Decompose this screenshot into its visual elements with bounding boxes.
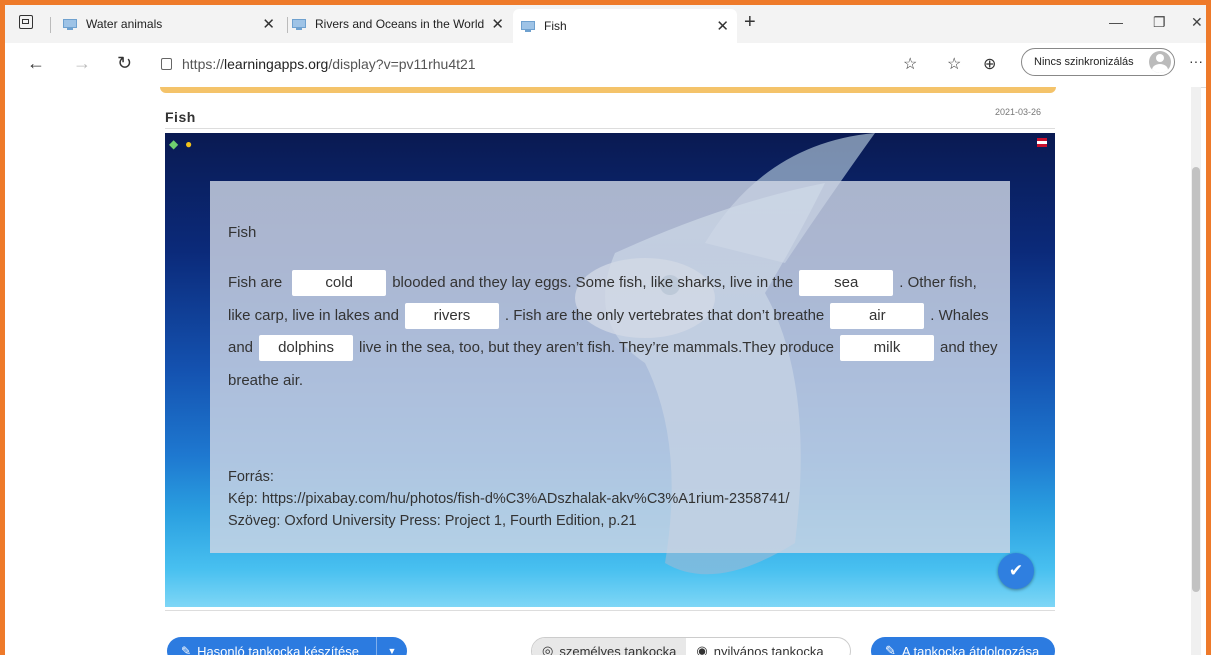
scrollbar-thumb[interactable] <box>1192 167 1200 592</box>
avatar <box>1149 51 1171 73</box>
close-tab-icon[interactable]: ✕ <box>491 15 504 33</box>
collections-icon[interactable]: ⊕ <box>983 54 996 74</box>
source-text: Szöveg: Oxford University Press: Project… <box>228 513 637 529</box>
tab-separator <box>287 17 288 33</box>
rework-label: A tankocka átdolgozása <box>901 643 1040 655</box>
pencil-icon: ✎ <box>885 643 896 655</box>
personal-option[interactable]: ◎ személyes tankocka <box>532 638 687 655</box>
text-segment: live in the sea, too, but they aren’t fi… <box>359 339 834 356</box>
app-stage: ◆ ● Fish Fish are cold blooded and they la… <box>165 133 1055 607</box>
source-heading: Forrás: <box>228 469 274 485</box>
text-segment: blooded and they lay eggs. Some fish, li… <box>392 274 794 291</box>
header-strip <box>160 87 1056 93</box>
tab-water-animals[interactable]: Water animals ✕ <box>63 10 283 38</box>
add-favorite-icon[interactable]: ☆ <box>903 54 917 74</box>
navigation-bar: ← → ↻ https://learningapps.org/display?v… <box>5 43 1206 88</box>
hint-bulb-icon[interactable]: ● <box>185 137 192 151</box>
answer-slot[interactable]: dolphins <box>259 335 354 362</box>
text-segment: Fish are <box>228 274 283 291</box>
back-arrow-icon[interactable]: ← <box>27 53 45 74</box>
page-scrollbar[interactable] <box>1191 87 1201 655</box>
page-info-icon[interactable] <box>161 58 172 70</box>
personal-label: személyes tankocka <box>559 643 677 655</box>
close-tab-icon[interactable]: ✕ <box>716 17 729 35</box>
more-menu-button[interactable]: ··· <box>1189 53 1203 69</box>
text-segment: . Fish are the only vertebrates that don… <box>504 306 825 324</box>
tab-strip: Water animals ✕ Rivers and Oceans in the… <box>5 5 1206 43</box>
app-title: Fish <box>165 109 196 125</box>
visibility-toggle: ◎ személyes tankocka ◉ nyilvános tankocka <box>531 637 851 655</box>
page-favicon-icon <box>292 18 306 30</box>
divider <box>165 610 1055 611</box>
create-similar-label: Hasonló tankocka készítése <box>197 643 359 655</box>
chevron-down-icon[interactable]: ▼ <box>376 637 407 655</box>
favorites-icon[interactable]: ☆ <box>947 54 961 74</box>
answer-slot[interactable]: cold <box>292 270 387 297</box>
cloze-text: Fish are cold blooded and they lay eggs. S… <box>228 267 1003 397</box>
browser-window: Water animals ✕ Rivers and Oceans in the… <box>0 0 1211 655</box>
app-date: 2021-03-26 <box>995 107 1042 117</box>
url-prefix: https:// <box>182 56 225 72</box>
tab-label: Fish <box>544 19 567 33</box>
divider <box>165 128 1055 129</box>
tab-rivers-oceans[interactable]: Rivers and Oceans in the World ✕ <box>292 10 512 38</box>
help-icon[interactable]: ◆ <box>169 137 178 151</box>
restore-button[interactable]: ❐ <box>1153 14 1166 31</box>
tab-separator <box>50 17 51 33</box>
eye-icon: ◉ <box>696 643 708 655</box>
public-option[interactable]: ◉ nyilvános tankocka <box>686 638 833 655</box>
url-path: /display?v=pv11rhu4t21 <box>328 56 476 72</box>
tab-actions-icon[interactable] <box>19 15 33 29</box>
language-flag-icon[interactable] <box>1037 138 1047 147</box>
exercise-panel: Fish Fish are cold blooded and they lay eg… <box>210 181 1010 553</box>
page-favicon-icon <box>521 20 535 32</box>
rework-app-button[interactable]: ✎ A tankocka átdolgozása <box>871 637 1055 655</box>
new-tab-button[interactable]: + <box>744 11 756 34</box>
check-answers-button[interactable]: ✔ <box>998 553 1034 589</box>
answer-slot[interactable]: air <box>830 302 925 329</box>
minimize-button[interactable]: — <box>1109 14 1123 30</box>
eye-slash-icon: ◎ <box>542 643 554 655</box>
refresh-icon[interactable]: ↻ <box>117 53 132 74</box>
public-label: nyilvános tankocka <box>713 643 824 655</box>
sync-label: Nincs szinkronizálás <box>1034 56 1134 68</box>
panel-title: Fish <box>228 224 257 241</box>
forward-arrow-icon[interactable]: → <box>73 53 91 74</box>
source-block: Forrás: Kép: https://pixabay.com/hu/phot… <box>228 466 790 532</box>
url-domain: learningapps.org <box>224 56 329 72</box>
close-window-button[interactable]: ✕ <box>1191 14 1203 31</box>
answer-slot[interactable]: rivers <box>404 302 499 329</box>
address-bar[interactable]: https://learningapps.org/display?v=pv11r… <box>151 50 1011 78</box>
tab-label: Rivers and Oceans in the World <box>315 17 485 31</box>
create-similar-button[interactable]: ✎ Hasonló tankocka készítése ▼ <box>167 637 407 655</box>
sync-profile-button[interactable]: Nincs szinkronizálás <box>1021 48 1175 76</box>
tab-label: Water animals <box>86 17 163 31</box>
tab-fish[interactable]: Fish ✕ <box>513 9 737 43</box>
answer-slot[interactable]: milk <box>840 335 934 362</box>
edit-icon: ✎ <box>181 644 192 655</box>
answer-slot[interactable]: sea <box>799 270 894 297</box>
source-image: Kép: https://pixabay.com/hu/photos/fish-… <box>228 491 790 507</box>
close-tab-icon[interactable]: ✕ <box>262 15 275 33</box>
page-favicon-icon <box>63 18 77 30</box>
page-content: Fish 2021-03-26 ◆ ● Fish Fish are cold b… <box>5 87 1201 655</box>
